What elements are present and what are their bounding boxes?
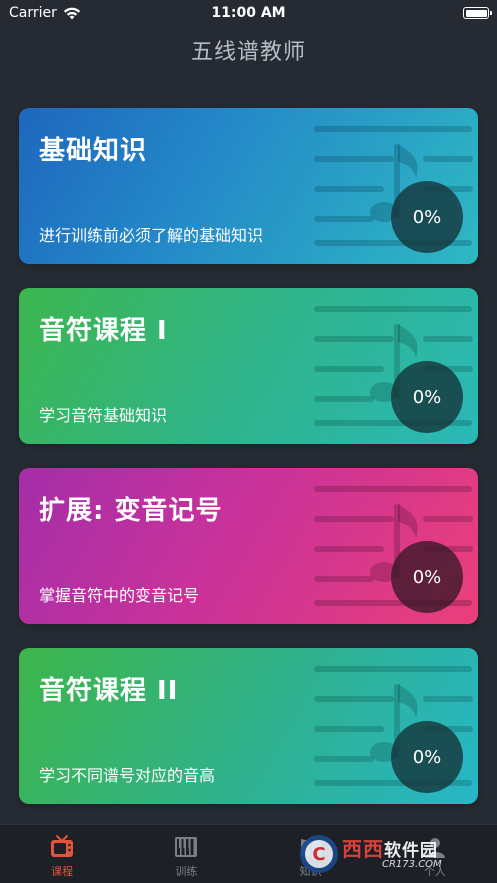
course-subtitle: 学习不同谱号对应的音高 — [39, 766, 216, 785]
watermark-brand: 西西软件园 — [342, 839, 442, 860]
course-title: 基础知识 — [39, 136, 148, 166]
course-title: 音符课程 I — [39, 316, 168, 346]
status-left: Carrier — [9, 5, 81, 21]
course-title: 扩展: 变音记号 — [39, 496, 223, 526]
tab-training[interactable]: 训练 — [124, 825, 248, 883]
course-subtitle: 进行训练前必须了解的基础知识 — [39, 226, 264, 245]
watermark-brand-main: 西西 — [342, 836, 384, 861]
battery-icon — [463, 7, 492, 19]
tab-label: 课程 — [51, 865, 74, 878]
course-subtitle: 掌握音符中的变音记号 — [39, 586, 200, 605]
watermark-text: 西西软件园 CR173.COM — [342, 839, 442, 870]
progress-badge: 0% — [391, 181, 463, 253]
watermark-logo: C 西西软件园 CR173.COM — [300, 834, 480, 874]
watermark-url: CR173.COM — [382, 858, 442, 870]
carrier-label: Carrier — [9, 5, 57, 21]
course-subtitle: 学习音符基础知识 — [39, 406, 168, 425]
piano-icon — [175, 837, 198, 857]
tab-label: 训练 — [175, 865, 198, 878]
page-title: 五线谱教师 — [190, 40, 306, 65]
course-title: 音符课程 II — [39, 676, 179, 706]
tv-icon — [51, 835, 74, 857]
course-card-basics[interactable]: 基础知识 进行训练前必须了解的基础知识 0% — [19, 108, 478, 264]
wifi-icon — [63, 7, 80, 19]
course-card-notes-1[interactable]: 音符课程 I 学习音符基础知识 0% — [19, 288, 478, 444]
status-bar: Carrier 11:00 AM — [0, 0, 497, 26]
progress-badge: 0% — [391, 721, 463, 793]
progress-badge: 0% — [391, 541, 463, 613]
watermark-brand-suffix: 软件园 — [384, 840, 438, 861]
watermark-c-icon: C — [300, 835, 338, 873]
course-card-notes-2[interactable]: 音符课程 II 学习不同谱号对应的音高 0% — [19, 648, 478, 804]
progress-badge: 0% — [391, 361, 463, 433]
tab-courses[interactable]: 课程 — [0, 825, 124, 883]
course-card-accidentals[interactable]: 扩展: 变音记号 掌握音符中的变音记号 0% — [19, 468, 478, 624]
